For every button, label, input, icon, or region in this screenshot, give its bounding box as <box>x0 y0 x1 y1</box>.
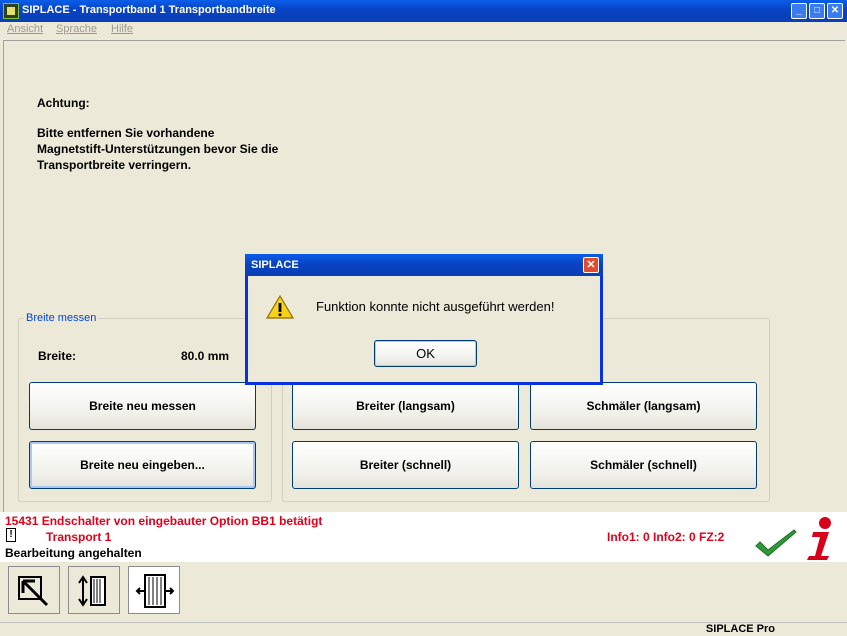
ok-button[interactable]: OK <box>374 340 477 367</box>
minimize-button[interactable]: _ <box>791 3 807 19</box>
menu-sprache[interactable]: Sprache <box>56 23 97 35</box>
warning-line-1: Bitte entfernen Sie vorhandene <box>37 126 215 140</box>
product-name: SIPLACE Pro <box>705 623 775 635</box>
enter-width-button[interactable]: Breite neu eingeben... <box>29 441 256 489</box>
warning-icon <box>265 294 295 319</box>
transport-label: Transport 1 <box>46 530 112 544</box>
maximize-button[interactable]: □ <box>809 3 825 19</box>
width-label: Breite: <box>38 349 77 363</box>
warning-line-3: Transportbreite verringern. <box>37 158 192 172</box>
window-titlebar: SIPLACE - Transportband 1 Transportbandb… <box>0 0 847 22</box>
warning-heading: Achtung: <box>37 96 90 110</box>
measure-width-button[interactable]: Breite neu messen <box>29 382 256 430</box>
info-icon[interactable] <box>803 516 837 560</box>
siplace-app-icon <box>3 3 19 19</box>
bottom-toolbar <box>0 562 847 622</box>
measure-group-label: Breite messen <box>24 312 99 324</box>
arrow-pointer-icon[interactable] <box>8 566 60 614</box>
error-dialog: SIPLACE ✕ Funktion konnte nicht ausgefüh… <box>245 254 603 385</box>
menu-hilfe[interactable]: Hilfe <box>111 23 133 35</box>
info-counters: Info1: 0 Info2: 0 FZ:2 <box>607 530 725 544</box>
status-panel: 15431 Endschalter von eingebauter Option… <box>0 512 847 562</box>
footer-bar: SIPLACE Pro <box>0 622 847 636</box>
narrower-slow-button[interactable]: Schmäler (langsam) <box>530 382 757 430</box>
close-window-button[interactable]: ✕ <box>827 3 843 19</box>
menu-ansicht[interactable]: Ansicht <box>7 23 43 35</box>
menubar: Ansicht Sprache Hilfe <box>0 22 847 38</box>
width-adjust-icon[interactable] <box>68 566 120 614</box>
narrower-fast-button[interactable]: Schmäler (schnell) <box>530 441 757 489</box>
wider-slow-button[interactable]: Breiter (langsam) <box>292 382 519 430</box>
exclamation-icon: ! <box>6 528 16 542</box>
dialog-close-button[interactable]: ✕ <box>583 257 599 273</box>
width-value: 80.0 mm <box>181 349 230 363</box>
processing-state: Bearbeitung angehalten <box>5 546 142 560</box>
wider-fast-button[interactable]: Breiter (schnell) <box>292 441 519 489</box>
warning-line-2: Magnetstift-Unterstützungen bevor Sie di… <box>37 142 279 156</box>
dialog-title: SIPLACE <box>251 259 299 271</box>
error-message: 15431 Endschalter von eingebauter Option… <box>5 514 323 528</box>
dialog-titlebar: SIPLACE ✕ <box>245 254 603 276</box>
checkmark-icon <box>755 529 797 557</box>
dialog-message: Funktion konnte nicht ausgeführt werden! <box>316 299 555 314</box>
window-title: SIPLACE - Transportband 1 Transportbandb… <box>22 4 276 16</box>
transport-width-icon[interactable] <box>128 566 180 614</box>
